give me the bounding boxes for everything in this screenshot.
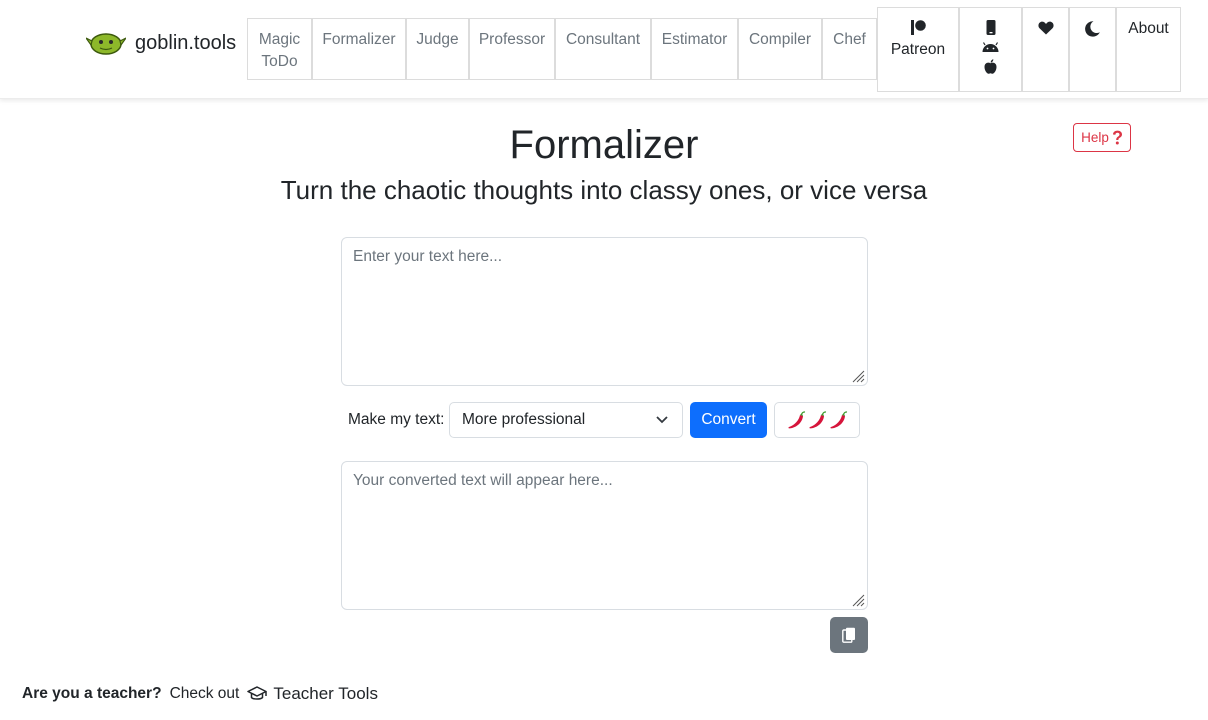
page-title: Formalizer (509, 123, 699, 167)
chili-pepper-icon (808, 411, 826, 429)
spiciness-button[interactable] (774, 402, 860, 438)
teacher-tools-label: Teacher Tools (273, 684, 378, 703)
nav-chef[interactable]: Chef (822, 18, 877, 80)
nav-magic-todo-label: Magic (258, 31, 301, 48)
copy-icon (842, 627, 855, 643)
mobile-icon (986, 20, 995, 35)
nav-about-label: About (1128, 20, 1169, 37)
apple-icon (984, 59, 997, 74)
android-icon (982, 42, 999, 52)
nav-patreon-label: Patreon (890, 41, 946, 58)
nav-patreon[interactable]: Patreon (877, 7, 959, 92)
teacher-question: Are you a teacher? (22, 685, 162, 702)
graduation-cap-icon (247, 686, 268, 700)
convert-button-label: Convert (701, 411, 756, 428)
nav-judge-label: Judge (416, 31, 459, 48)
check-out-text: Check out (169, 685, 240, 702)
patreon-icon (911, 20, 926, 35)
nav-magic-todo-label-line2: ToDo (261, 53, 298, 70)
nav-magic-todo[interactable]: Magic ToDo (247, 18, 312, 80)
tone-select[interactable]: More professional (449, 402, 683, 438)
nav-compiler[interactable]: Compiler (738, 18, 822, 80)
nav-estimator[interactable]: Estimator (651, 18, 738, 80)
nav-chef-label: Chef (833, 31, 866, 48)
goblin-logo-icon (86, 33, 126, 55)
nav-about[interactable]: About (1116, 7, 1181, 92)
nav-consultant-label: Consultant (565, 31, 641, 48)
heart-icon (1037, 21, 1054, 35)
moon-icon (1085, 21, 1100, 37)
resize-handle-icon[interactable] (852, 370, 865, 383)
nav-professor-label: Professor (478, 31, 546, 48)
nav-consultant[interactable]: Consultant (555, 18, 651, 80)
chili-pepper-icon (829, 411, 847, 429)
copy-button[interactable] (830, 617, 868, 653)
top-navbar: goblin.tools Magic ToDo Formalizer Judge… (0, 0, 1208, 99)
make-my-text-label: Make my text: (348, 411, 445, 428)
brand-name: goblin.tools (135, 31, 237, 54)
nav-formalizer[interactable]: Formalizer (312, 18, 406, 80)
output-placeholder: Your converted text will appear here... (353, 472, 613, 489)
teacher-tools-link[interactable]: Teacher Tools (247, 684, 378, 704)
nav-estimator-label: Estimator (661, 31, 728, 48)
input-placeholder: Enter your text here... (353, 248, 503, 265)
nav-professor[interactable]: Professor (469, 18, 555, 80)
nav-compiler-label: Compiler (748, 31, 811, 48)
nav-dark-mode-toggle[interactable] (1069, 7, 1116, 92)
teacher-tools-promo: Are you a teacher? Check out Teacher Too… (22, 684, 378, 704)
nav-judge[interactable]: Judge (406, 18, 469, 80)
resize-handle-icon[interactable] (852, 594, 865, 607)
convert-button[interactable]: Convert (690, 402, 767, 438)
nav-support[interactable] (1022, 7, 1069, 92)
brand-link[interactable]: goblin.tools (86, 30, 236, 56)
tone-select-value: More professional (462, 411, 586, 428)
input-textarea[interactable]: Enter your text here... (341, 237, 868, 386)
nav-apps[interactable] (959, 7, 1022, 92)
output-textarea[interactable]: Your converted text will appear here... (341, 461, 868, 610)
chili-pepper-icon (787, 411, 805, 429)
nav-formalizer-label: Formalizer (322, 31, 396, 48)
page-subtitle: Turn the chaotic thoughts into classy on… (280, 175, 928, 205)
chevron-down-icon (656, 416, 668, 424)
